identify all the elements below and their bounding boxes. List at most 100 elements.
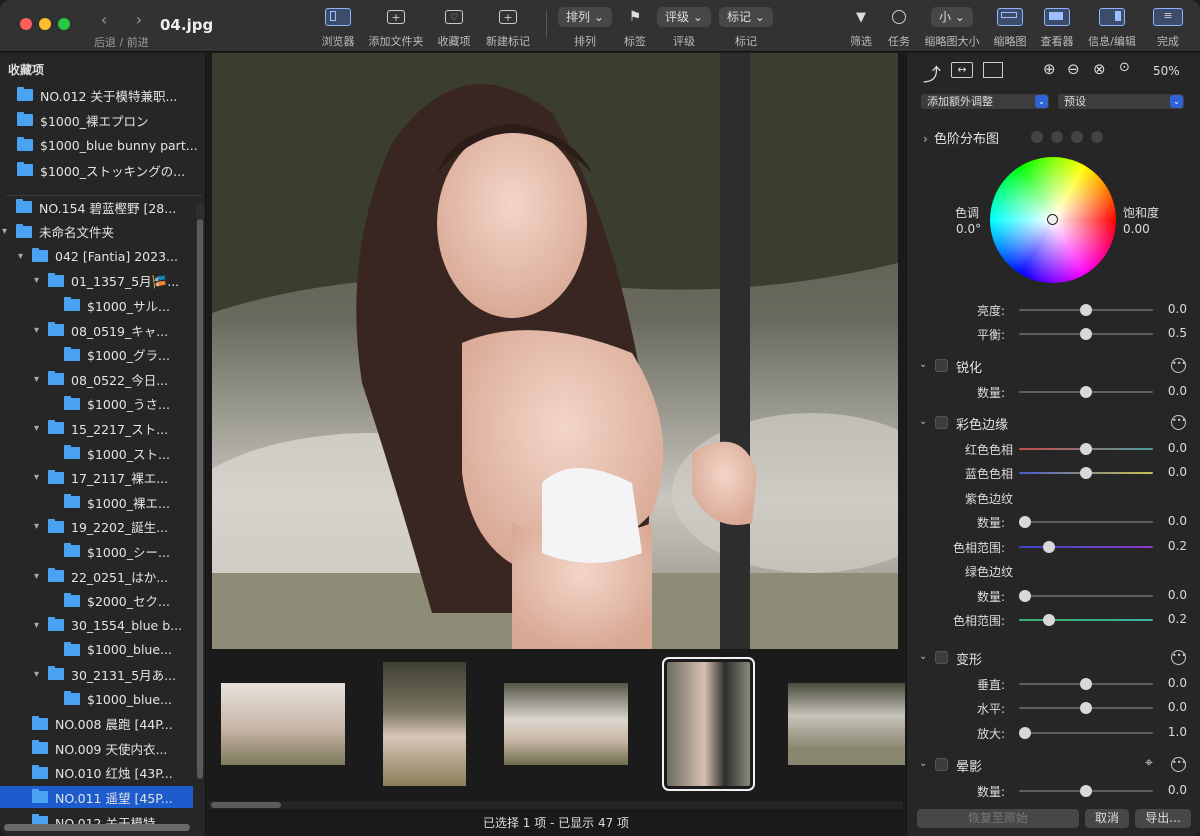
more-options-icon[interactable]: ••• — [1171, 415, 1186, 430]
flip-icon[interactable]: ↔ — [951, 62, 973, 78]
filmstrip-scroll-thumb[interactable] — [211, 802, 281, 808]
color-wheel[interactable] — [990, 157, 1116, 283]
sort-menu[interactable]: 排列 ⌄ 排列 — [557, 6, 613, 49]
more-options-icon[interactable]: ••• — [1171, 650, 1186, 665]
zoom-window-button[interactable] — [58, 18, 70, 30]
fringe-checkbox[interactable] — [935, 416, 948, 429]
mark-menu[interactable]: 标记 ⌄ 标记 — [718, 6, 774, 49]
vignette-amount-slider[interactable] — [1019, 785, 1153, 797]
slider-knob[interactable] — [1080, 785, 1092, 797]
new-tag-button[interactable]: + 新建标记 — [482, 6, 534, 49]
disclosure-chevron-icon[interactable]: ▾ — [34, 325, 48, 336]
slider-knob[interactable] — [1080, 443, 1092, 455]
slider-knob[interactable] — [1043, 541, 1055, 553]
zoom-fit-icon[interactable]: ⊗ — [1093, 60, 1106, 78]
folder-tree-item[interactable]: $1000_サル... — [50, 294, 193, 316]
close-window-button[interactable] — [20, 18, 32, 30]
slider-knob[interactable] — [1080, 304, 1092, 316]
folder-tree-item[interactable]: NO.009 天使内衣... — [18, 737, 193, 759]
viewer-button[interactable]: 查看器 — [1037, 6, 1077, 49]
histogram-dot[interactable] — [1071, 131, 1083, 143]
favorite-item[interactable]: $1000_blue bunny part... — [17, 134, 197, 156]
tasks-button[interactable]: 任务 — [884, 6, 914, 49]
folder-tree-item[interactable]: ▾ 15_2217_スト... — [34, 417, 193, 439]
blue-hue-slider[interactable] — [1019, 467, 1153, 479]
histogram-title[interactable]: 色阶分布图 — [934, 128, 999, 147]
green-amount-slider[interactable] — [1019, 590, 1153, 602]
slider-knob[interactable] — [1080, 467, 1092, 479]
minimize-window-button[interactable] — [39, 18, 51, 30]
thumbnails-button[interactable]: 缩略图 — [990, 6, 1030, 49]
chevron-down-icon[interactable]: ⌄ — [919, 651, 927, 662]
disclosure-chevron-icon[interactable]: ▾ — [34, 521, 48, 532]
chevron-down-icon[interactable]: ⌄ — [919, 416, 927, 427]
add-folder-button[interactable]: + 添加文件夹 — [366, 6, 426, 49]
done-button[interactable]: ≡ 完成 — [1148, 6, 1188, 49]
chevron-down-icon[interactable]: ⌄ — [919, 359, 927, 370]
histogram-dot[interactable] — [1031, 131, 1043, 143]
filmstrip-scrollbar[interactable] — [209, 801, 903, 809]
folder-tree-item[interactable]: ▾ 042 [Fantia] 2023... — [18, 245, 193, 267]
main-photo[interactable] — [212, 53, 898, 649]
back-arrow-icon[interactable]: ‹ — [95, 10, 113, 29]
slider-knob[interactable] — [1080, 386, 1092, 398]
purple-range-slider[interactable] — [1019, 541, 1153, 553]
filmstrip-thumbnail-selected[interactable] — [662, 657, 755, 791]
forward-arrow-icon[interactable]: › — [130, 10, 148, 29]
slider-knob[interactable] — [1080, 328, 1092, 340]
slider-knob[interactable] — [1080, 678, 1092, 690]
folder-tree-item[interactable]: NO.010 红烛 [43P... — [18, 762, 193, 784]
disclosure-chevron-icon[interactable]: ▾ — [34, 423, 48, 434]
red-hue-slider[interactable] — [1019, 443, 1153, 455]
sidebar-scrollbar[interactable] — [196, 203, 204, 779]
vignette-checkbox[interactable] — [935, 758, 948, 771]
slider-knob[interactable] — [1019, 727, 1031, 739]
preset-dropdown[interactable]: 预设 ⌄ — [1058, 94, 1184, 109]
more-options-icon[interactable]: ••• — [1171, 757, 1186, 772]
balance-slider[interactable] — [1019, 328, 1153, 340]
disclosure-chevron-icon[interactable]: ▾ — [34, 669, 48, 680]
folder-tree-item[interactable]: ▾ 未命名文件夹 — [2, 221, 193, 243]
scale-slider[interactable] — [1019, 727, 1153, 739]
vertical-slider[interactable] — [1019, 678, 1153, 690]
slider-knob[interactable] — [1019, 590, 1031, 602]
filter-button[interactable]: ▼ 筛选 — [846, 6, 876, 49]
histogram-dot[interactable] — [1091, 131, 1103, 143]
filmstrip-thumbnail[interactable] — [383, 662, 466, 786]
green-range-slider[interactable] — [1019, 614, 1153, 626]
export-button[interactable]: 导出... — [1135, 809, 1191, 828]
folder-tree-item[interactable]: $1000_グラ... — [50, 344, 193, 366]
folder-tree-item[interactable]: $1000_うさ... — [50, 393, 193, 415]
folder-tree-item[interactable]: $2000_セク... — [50, 590, 193, 612]
label-button[interactable]: ⚑ 标签 — [620, 6, 650, 49]
rating-menu[interactable]: 评级 ⌄ 评级 — [656, 6, 712, 49]
sidebar-scroll-thumb[interactable] — [197, 219, 203, 779]
purple-amount-slider[interactable] — [1019, 516, 1153, 528]
transform-checkbox[interactable] — [935, 651, 948, 664]
crop-icon[interactable] — [983, 62, 1003, 78]
favorite-item[interactable]: $1000_裸エプロン — [17, 109, 197, 131]
horizontal-slider[interactable] — [1019, 702, 1153, 714]
folder-tree-item[interactable]: $1000_シー... — [50, 540, 193, 562]
disclosure-chevron-icon[interactable]: ▾ — [34, 374, 48, 385]
color-wheel-handle[interactable] — [1047, 214, 1058, 225]
disclosure-chevron-icon[interactable]: ▾ — [18, 251, 32, 262]
cancel-button[interactable]: 取消 — [1085, 809, 1129, 828]
favorite-item[interactable]: NO.012 关于模特兼职... — [17, 84, 197, 106]
rotate-icon[interactable]: ⤴ — [923, 61, 941, 87]
chevron-right-icon[interactable]: › — [923, 132, 928, 146]
folder-tree-item[interactable]: $1000_blue... — [50, 639, 193, 661]
zoom-out-icon[interactable]: ⊖ — [1067, 60, 1080, 78]
filmstrip-thumbnail[interactable] — [504, 683, 628, 765]
favorite-item[interactable]: $1000_ストッキングの... — [17, 159, 197, 181]
sharpen-amount-slider[interactable] — [1019, 386, 1153, 398]
filmstrip-thumbnail[interactable] — [221, 683, 345, 765]
info-edit-button[interactable]: 信息/编辑 — [1084, 6, 1140, 49]
slider-knob[interactable] — [1043, 614, 1055, 626]
disclosure-chevron-icon[interactable]: ▾ — [34, 275, 48, 286]
histogram-dot[interactable] — [1051, 131, 1063, 143]
folder-tree-item[interactable]: ▾ 30_1554_blue b... — [34, 614, 193, 636]
folder-tree-item[interactable]: ▾ 08_0522_今日... — [34, 368, 193, 390]
slider-knob[interactable] — [1080, 702, 1092, 714]
disclosure-chevron-icon[interactable]: ▾ — [34, 620, 48, 631]
